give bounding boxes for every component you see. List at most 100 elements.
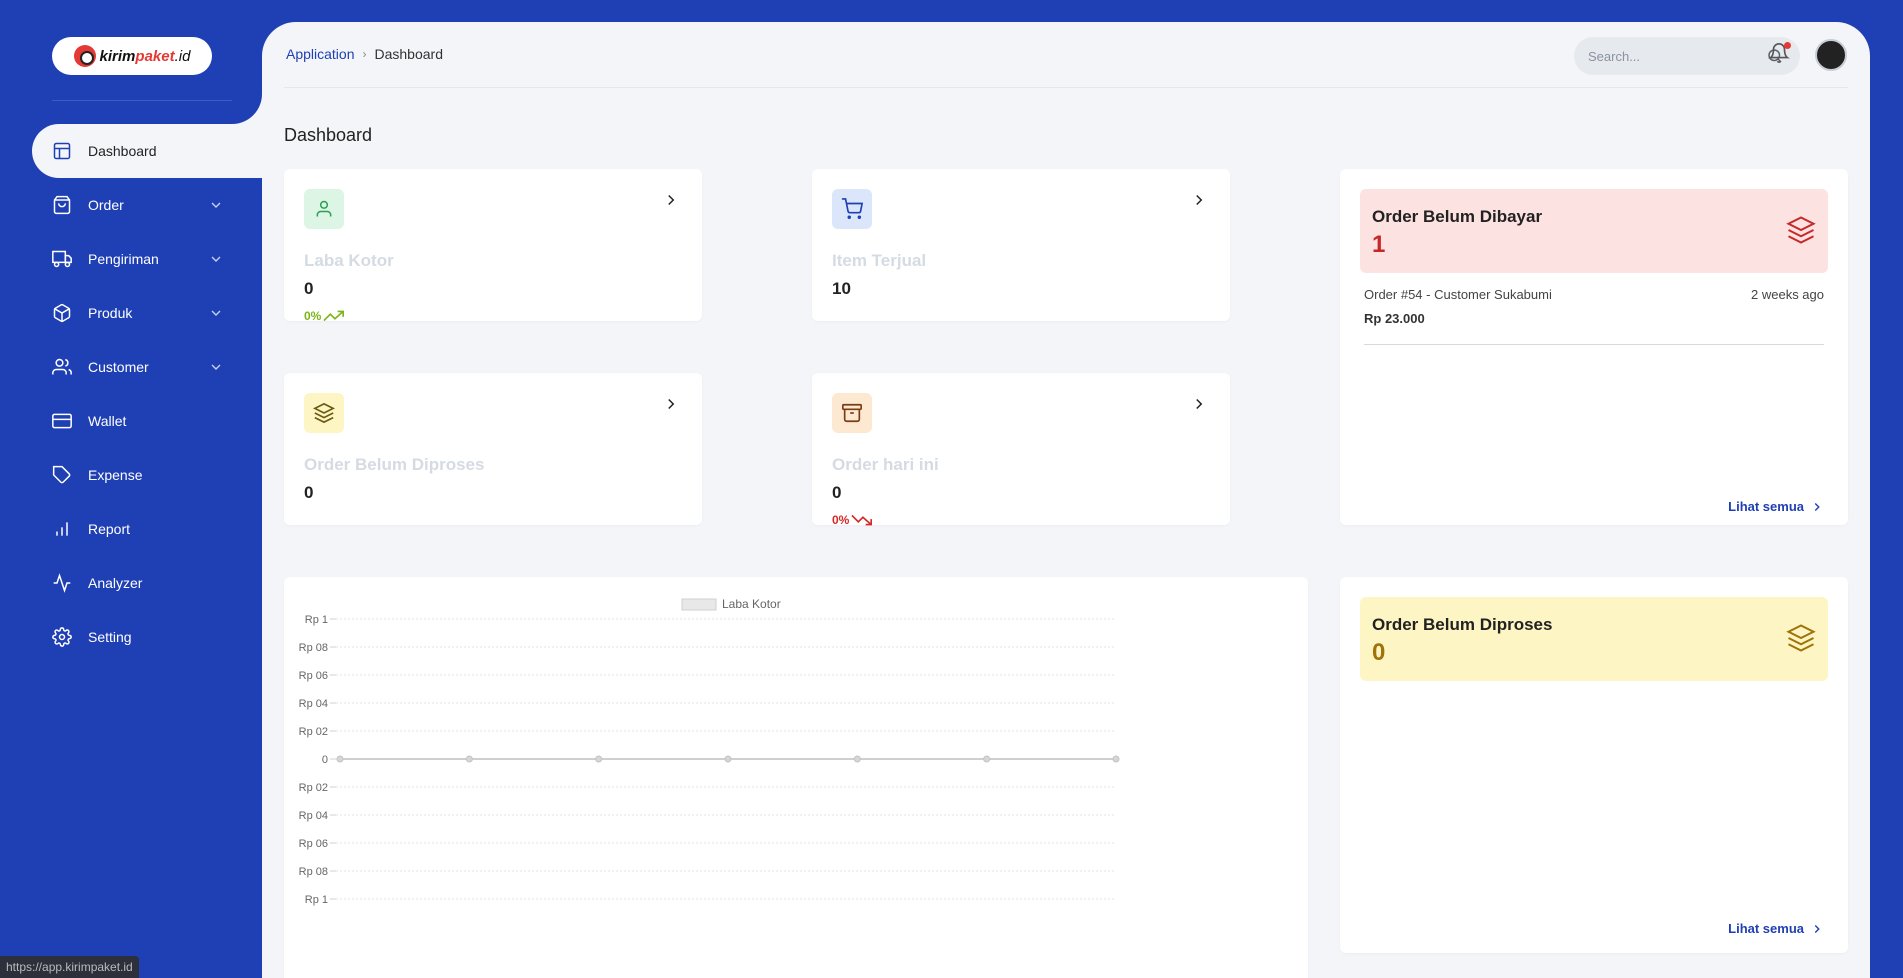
chevron-right-icon[interactable] — [662, 191, 680, 209]
unprocessed-orders-banner: Order Belum Diproses 0 — [1360, 597, 1828, 681]
stat-label: Laba Kotor — [304, 251, 394, 270]
layers-icon — [1786, 624, 1816, 652]
y-tick-label: Rp 08 — [299, 642, 328, 654]
chevron-right-icon — [1814, 924, 1820, 933]
sidebar-item-wallet[interactable]: Wallet — [32, 394, 262, 448]
sidebar-item-label: Produk — [88, 305, 133, 321]
unpaid-orders-card: Order Belum Dibayar 1 Order #54 - Custom… — [1340, 169, 1848, 525]
chevron-down-icon[interactable] — [208, 305, 224, 321]
sidebar-item-expense[interactable]: Expense — [32, 448, 262, 502]
data-point — [336, 755, 344, 763]
stat-card-order-hari-ini[interactable]: Order hari ini 0 0% — [812, 373, 1230, 527]
breadcrumb-separator: › — [362, 47, 367, 61]
sidebar: kirimpaket.id Dashboard Order Pengiriman — [0, 0, 262, 978]
y-tick-label: Rp 1 — [305, 894, 328, 906]
y-tick-label: Rp 04 — [299, 698, 328, 710]
sidebar-item-order[interactable]: Order — [32, 178, 262, 232]
breadcrumb-current: Dashboard — [374, 46, 444, 62]
stat-card-order-belum-diproses[interactable]: Order Belum Diproses 0 — [284, 373, 702, 525]
search-input[interactable] — [1588, 46, 1758, 66]
logo-accent: paket — [135, 47, 175, 65]
banner-title: Order Belum Dibayar — [1372, 207, 1543, 226]
data-point — [1112, 755, 1120, 763]
shopping-cart-icon — [832, 189, 872, 229]
status-bar-url: https://app.kirimpaket.id — [0, 956, 139, 978]
chevron-right-icon[interactable] — [1190, 395, 1208, 413]
order-title: Order #54 - Customer Sukabumi — [1364, 287, 1552, 302]
sidebar-item-produk[interactable]: Produk — [32, 286, 262, 340]
shopping-bag-icon — [50, 193, 74, 217]
stat-value: 0 — [304, 279, 314, 298]
sidebar-item-label: Pengiriman — [88, 251, 159, 267]
chevron-right-icon[interactable] — [662, 395, 680, 413]
sidebar-item-label: Expense — [88, 467, 143, 483]
logo-text: kirimpaket.id — [100, 48, 191, 65]
chevron-down-icon[interactable] — [208, 197, 224, 213]
order-price: Rp 23.000 — [1364, 311, 1425, 326]
layout-icon — [50, 139, 74, 163]
layers-icon — [1786, 216, 1816, 244]
box-icon — [50, 301, 74, 325]
user-avatar[interactable] — [1815, 39, 1847, 71]
logo-suffix: .id — [174, 47, 191, 65]
stat-card-laba-kotor[interactable]: Laba Kotor 0 0% — [284, 169, 702, 323]
layers-icon — [304, 393, 344, 433]
laba-kotor-chart: Laba Kotor Rp 1 Rp 08 Rp 06 Rp 04 Rp 02 0 Rp 02… — [299, 597, 1120, 906]
sidebar-item-label: Setting — [88, 629, 132, 645]
main-panel: Application › Dashboard Dashboard Laba K… — [262, 22, 1870, 978]
activity-icon — [50, 571, 74, 595]
chevron-down-icon[interactable] — [208, 359, 224, 375]
sidebar-item-label: Customer — [88, 359, 149, 375]
credit-card-icon — [50, 409, 74, 433]
notification-dot — [1784, 42, 1791, 49]
legend-swatch — [681, 598, 717, 611]
stat-value: 10 — [832, 279, 851, 298]
breadcrumb-root-link[interactable]: Application — [286, 46, 355, 62]
order-list-item[interactable]: Order #54 - Customer Sukabumi 2 weeks ag… — [1364, 287, 1824, 345]
chevron-right-icon[interactable] — [1190, 191, 1208, 209]
sidebar-item-pengiriman[interactable]: Pengiriman — [32, 232, 262, 286]
sidebar-item-report[interactable]: Report — [32, 502, 262, 556]
sidebar-item-setting[interactable]: Setting — [32, 610, 262, 664]
archive-icon — [832, 393, 872, 433]
y-tick-label: Rp 08 — [299, 866, 328, 878]
sidebar-item-dashboard[interactable]: Dashboard — [32, 124, 262, 178]
sidebar-item-label: Wallet — [88, 413, 127, 429]
banner-count: 1 — [1372, 231, 1386, 258]
logo-mascot-icon — [73, 45, 96, 67]
users-icon — [50, 355, 74, 379]
topbar: Application › Dashboard — [284, 22, 1848, 88]
sidebar-item-label: Order — [88, 197, 124, 213]
see-all-unpaid-link[interactable]: Lihat semua — [1728, 499, 1824, 514]
stat-card-item-terjual[interactable]: Item Terjual 10 — [812, 169, 1230, 321]
stat-label: Item Terjual — [832, 251, 927, 270]
sidebar-item-label: Dashboard — [88, 143, 157, 159]
y-tick-label: Rp 1 — [305, 614, 328, 626]
banner-count: 0 — [1372, 639, 1386, 666]
y-tick-label: Rp 02 — [299, 782, 328, 794]
unprocessed-orders-card: Order Belum Diproses 0 Lihat semua — [1340, 577, 1848, 953]
see-all-label: Lihat semua — [1728, 499, 1804, 514]
page-title: Dashboard — [284, 125, 373, 145]
trend-indicator: 0% — [832, 513, 873, 527]
data-point — [595, 755, 603, 763]
trending-down-icon — [851, 514, 873, 526]
y-tick-label: Rp 06 — [299, 838, 328, 850]
data-point — [724, 755, 732, 763]
chevron-down-icon[interactable] — [208, 251, 224, 267]
trend-percent: 0% — [832, 513, 850, 527]
trend-percent: 0% — [304, 309, 322, 323]
tag-icon — [50, 463, 74, 487]
bar-chart-icon — [50, 517, 74, 541]
y-tick-label: Rp 02 — [299, 726, 328, 738]
banner-title: Order Belum Diproses — [1372, 615, 1553, 634]
see-all-unprocessed-link[interactable]: Lihat semua — [1728, 921, 1824, 936]
sidebar-item-customer[interactable]: Customer — [32, 340, 262, 394]
laba-kotor-chart-card: Laba Kotor Rp 1 Rp 08 Rp 06 Rp 04 Rp 02 0 Rp 02… — [284, 577, 1308, 978]
trending-up-icon — [323, 310, 345, 322]
notification-button[interactable] — [1768, 42, 1792, 66]
sidebar-item-analyzer[interactable]: Analyzer — [32, 556, 262, 610]
see-all-label: Lihat semua — [1728, 921, 1804, 936]
brand-logo[interactable]: kirimpaket.id — [52, 37, 212, 75]
order-time: 2 weeks ago — [1751, 287, 1824, 302]
